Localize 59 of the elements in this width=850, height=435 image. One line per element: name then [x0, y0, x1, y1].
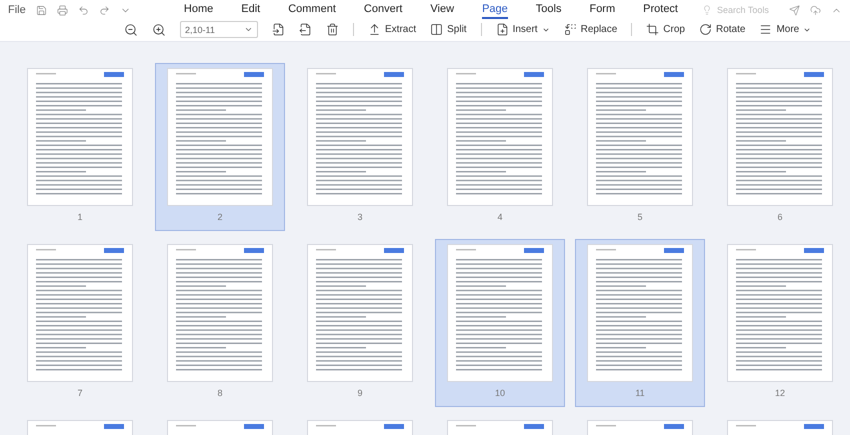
rotate-icon	[698, 23, 712, 36]
menu-tab[interactable]: Page	[482, 2, 508, 18]
cloud-upload-icon[interactable]	[810, 4, 821, 16]
page-number: 4	[497, 212, 502, 222]
save-icon[interactable]	[36, 4, 47, 16]
crop-icon	[646, 23, 660, 36]
page-number: 11	[635, 388, 645, 398]
menu-tab[interactable]: Comment	[288, 2, 336, 18]
page-selection[interactable]: 7	[15, 239, 145, 407]
page-number: 7	[77, 388, 82, 398]
crop-button[interactable]: Crop	[646, 23, 685, 36]
page-selection[interactable]: 12	[715, 239, 845, 407]
print-icon[interactable]	[56, 4, 68, 16]
page-number: 5	[637, 212, 642, 222]
page-number: 9	[357, 388, 362, 398]
menu-tab[interactable]: Convert	[364, 2, 402, 18]
page-number: 10	[494, 388, 505, 398]
page-selection[interactable]: 3	[295, 63, 425, 231]
replace-button[interactable]: Replace	[564, 23, 618, 36]
caret-icon	[244, 25, 253, 34]
insert-page-icon[interactable]	[272, 23, 285, 36]
page-selection[interactable]: 6	[715, 63, 845, 231]
page-number: 2	[217, 212, 222, 222]
page-number: 3	[357, 212, 362, 222]
extract-button[interactable]: Extract	[368, 23, 416, 36]
page-number: 8	[217, 388, 222, 398]
menu-tab[interactable]: Tools	[536, 2, 562, 18]
zoom-out-icon[interactable]	[124, 22, 138, 36]
file-menu[interactable]: File	[8, 4, 26, 16]
send-icon[interactable]	[789, 4, 800, 16]
menu-tab[interactable]: Edit	[241, 2, 260, 18]
menu-tab[interactable]: Home	[184, 2, 214, 18]
more-button[interactable]: More	[759, 23, 812, 36]
page-number: 6	[777, 212, 782, 222]
insert-button[interactable]: Insert	[496, 23, 550, 36]
page-range-field[interactable]: 2,10-11	[180, 21, 258, 38]
columns-icon	[430, 23, 444, 36]
lines-icon	[759, 23, 772, 36]
upload-arrow-icon	[368, 23, 381, 36]
page-selection[interactable]: 8	[155, 239, 285, 407]
undo-icon[interactable]	[78, 4, 89, 16]
menu-tab[interactable]: View	[430, 2, 454, 18]
page-export-icon[interactable]	[299, 23, 312, 36]
page-selection[interactable]: 5	[575, 63, 705, 231]
delete-icon[interactable]	[326, 23, 339, 36]
page-selection[interactable]: 9	[295, 239, 425, 407]
rotate-button[interactable]: Rotate	[698, 23, 746, 36]
replace-icon	[564, 23, 577, 36]
redo-icon[interactable]	[98, 4, 110, 16]
page-number: 12	[774, 388, 785, 398]
page-number: 1	[77, 212, 82, 222]
split-button[interactable]: Split	[430, 23, 467, 36]
menu-tab[interactable]: Form	[589, 2, 616, 18]
zoom-in-icon[interactable]	[152, 22, 166, 36]
file-plus-icon	[496, 23, 509, 36]
page-selection[interactable]: 1	[15, 63, 145, 231]
menu-tab[interactable]: Protect	[643, 2, 678, 18]
page-selection[interactable]: 4	[435, 63, 565, 231]
lightbulb-icon	[702, 5, 712, 15]
